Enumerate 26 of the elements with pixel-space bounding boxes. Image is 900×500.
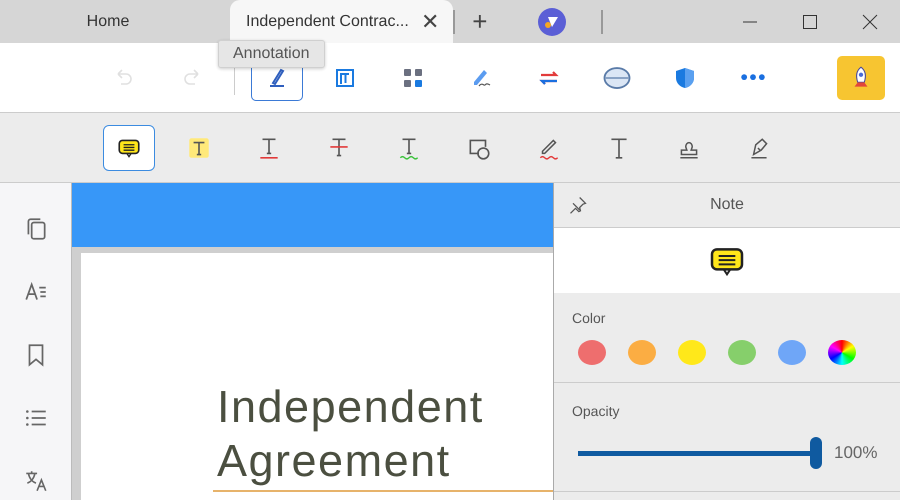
slider-thumb[interactable] (810, 437, 822, 469)
new-tab-icon[interactable]: + (454, 6, 505, 37)
close-tab-icon[interactable]: ✕ (420, 10, 439, 32)
app-logo-icon[interactable] (536, 6, 567, 36)
color-swatch[interactable] (678, 340, 706, 365)
color-swatch[interactable] (728, 340, 756, 365)
panel-title: Note (710, 196, 744, 214)
color-swatch[interactable] (578, 340, 606, 365)
shield-icon (673, 66, 697, 90)
tab[interactable]: Home (0, 0, 230, 43)
upgrade-button[interactable] (837, 56, 885, 100)
color-swatch[interactable] (778, 340, 806, 365)
opacity-value: 100% (834, 443, 878, 463)
document-title: Agreement (217, 434, 452, 488)
document-title: Independent (217, 380, 485, 434)
tab[interactable]: Independent Contrac... ✕ (230, 0, 453, 43)
tooltip: Annotation (218, 40, 325, 68)
annotation-tool[interactable] (103, 124, 155, 170)
color-label: Color (572, 310, 606, 326)
more-icon (741, 74, 765, 81)
pin-icon[interactable] (568, 195, 588, 215)
opacity-label: Opacity (572, 403, 620, 419)
color-swatch[interactable] (628, 340, 656, 365)
close-icon[interactable] (862, 14, 878, 30)
color-wheel-button[interactable] (828, 340, 856, 365)
maximize-icon[interactable] (802, 14, 818, 30)
